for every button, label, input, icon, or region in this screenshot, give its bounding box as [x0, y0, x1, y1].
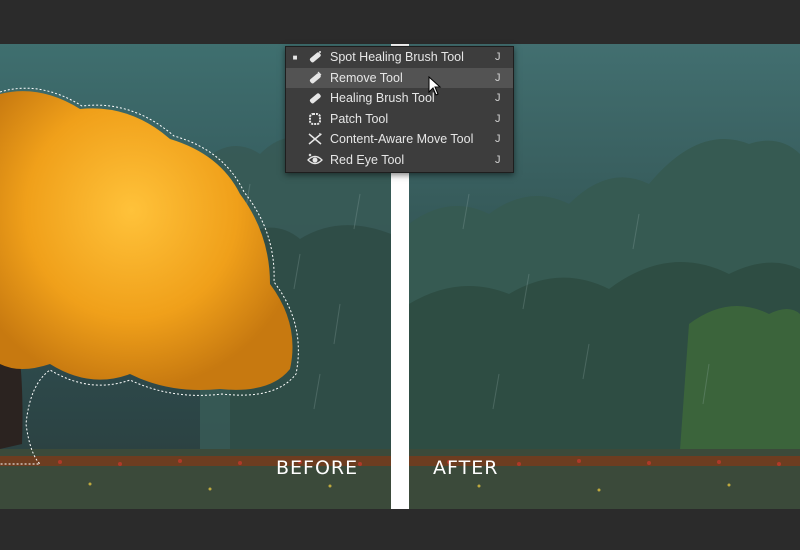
- healing-tools-flyout-menu: ■ Spot Healing Brush Tool J Remove Tool …: [285, 46, 514, 173]
- menu-item-shortcut: J: [495, 133, 501, 146]
- menu-item-shortcut: J: [495, 71, 501, 84]
- menu-item-content-aware-move[interactable]: Content-Aware Move Tool J: [286, 129, 513, 150]
- active-tool-bullet: ■: [292, 52, 298, 62]
- bottom-chrome-bar: [0, 509, 800, 550]
- menu-item-shortcut: J: [495, 112, 501, 125]
- menu-item-label: Patch Tool: [330, 111, 389, 126]
- menu-item-spot-healing-brush[interactable]: ■ Spot Healing Brush Tool J: [286, 47, 513, 68]
- top-chrome-bar: [0, 0, 800, 44]
- patch-tool-icon: [304, 110, 326, 128]
- after-label: AFTER: [433, 457, 499, 479]
- spot-healing-brush-icon: [304, 48, 326, 66]
- red-eye-icon: [304, 151, 326, 169]
- remove-tool-icon: [304, 69, 326, 87]
- menu-item-remove-tool[interactable]: Remove Tool J: [286, 67, 513, 88]
- before-label: BEFORE: [276, 457, 359, 479]
- menu-item-label: Healing Brush Tool: [330, 91, 435, 106]
- menu-item-red-eye-tool[interactable]: Red Eye Tool J: [286, 150, 513, 171]
- mouse-pointer-icon: [428, 75, 442, 100]
- menu-item-shortcut: J: [495, 153, 501, 166]
- menu-item-shortcut: J: [495, 92, 501, 105]
- healing-brush-icon: [304, 89, 326, 107]
- content-aware-move-icon: [304, 130, 326, 148]
- menu-item-label: Spot Healing Brush Tool: [330, 50, 464, 65]
- menu-item-healing-brush[interactable]: Healing Brush Tool J: [286, 88, 513, 109]
- menu-item-patch-tool[interactable]: Patch Tool J: [286, 109, 513, 130]
- menu-item-label: Red Eye Tool: [330, 152, 405, 167]
- menu-item-label: Remove Tool: [330, 70, 403, 85]
- menu-item-shortcut: J: [495, 51, 501, 64]
- menu-item-label: Content-Aware Move Tool: [330, 132, 474, 147]
